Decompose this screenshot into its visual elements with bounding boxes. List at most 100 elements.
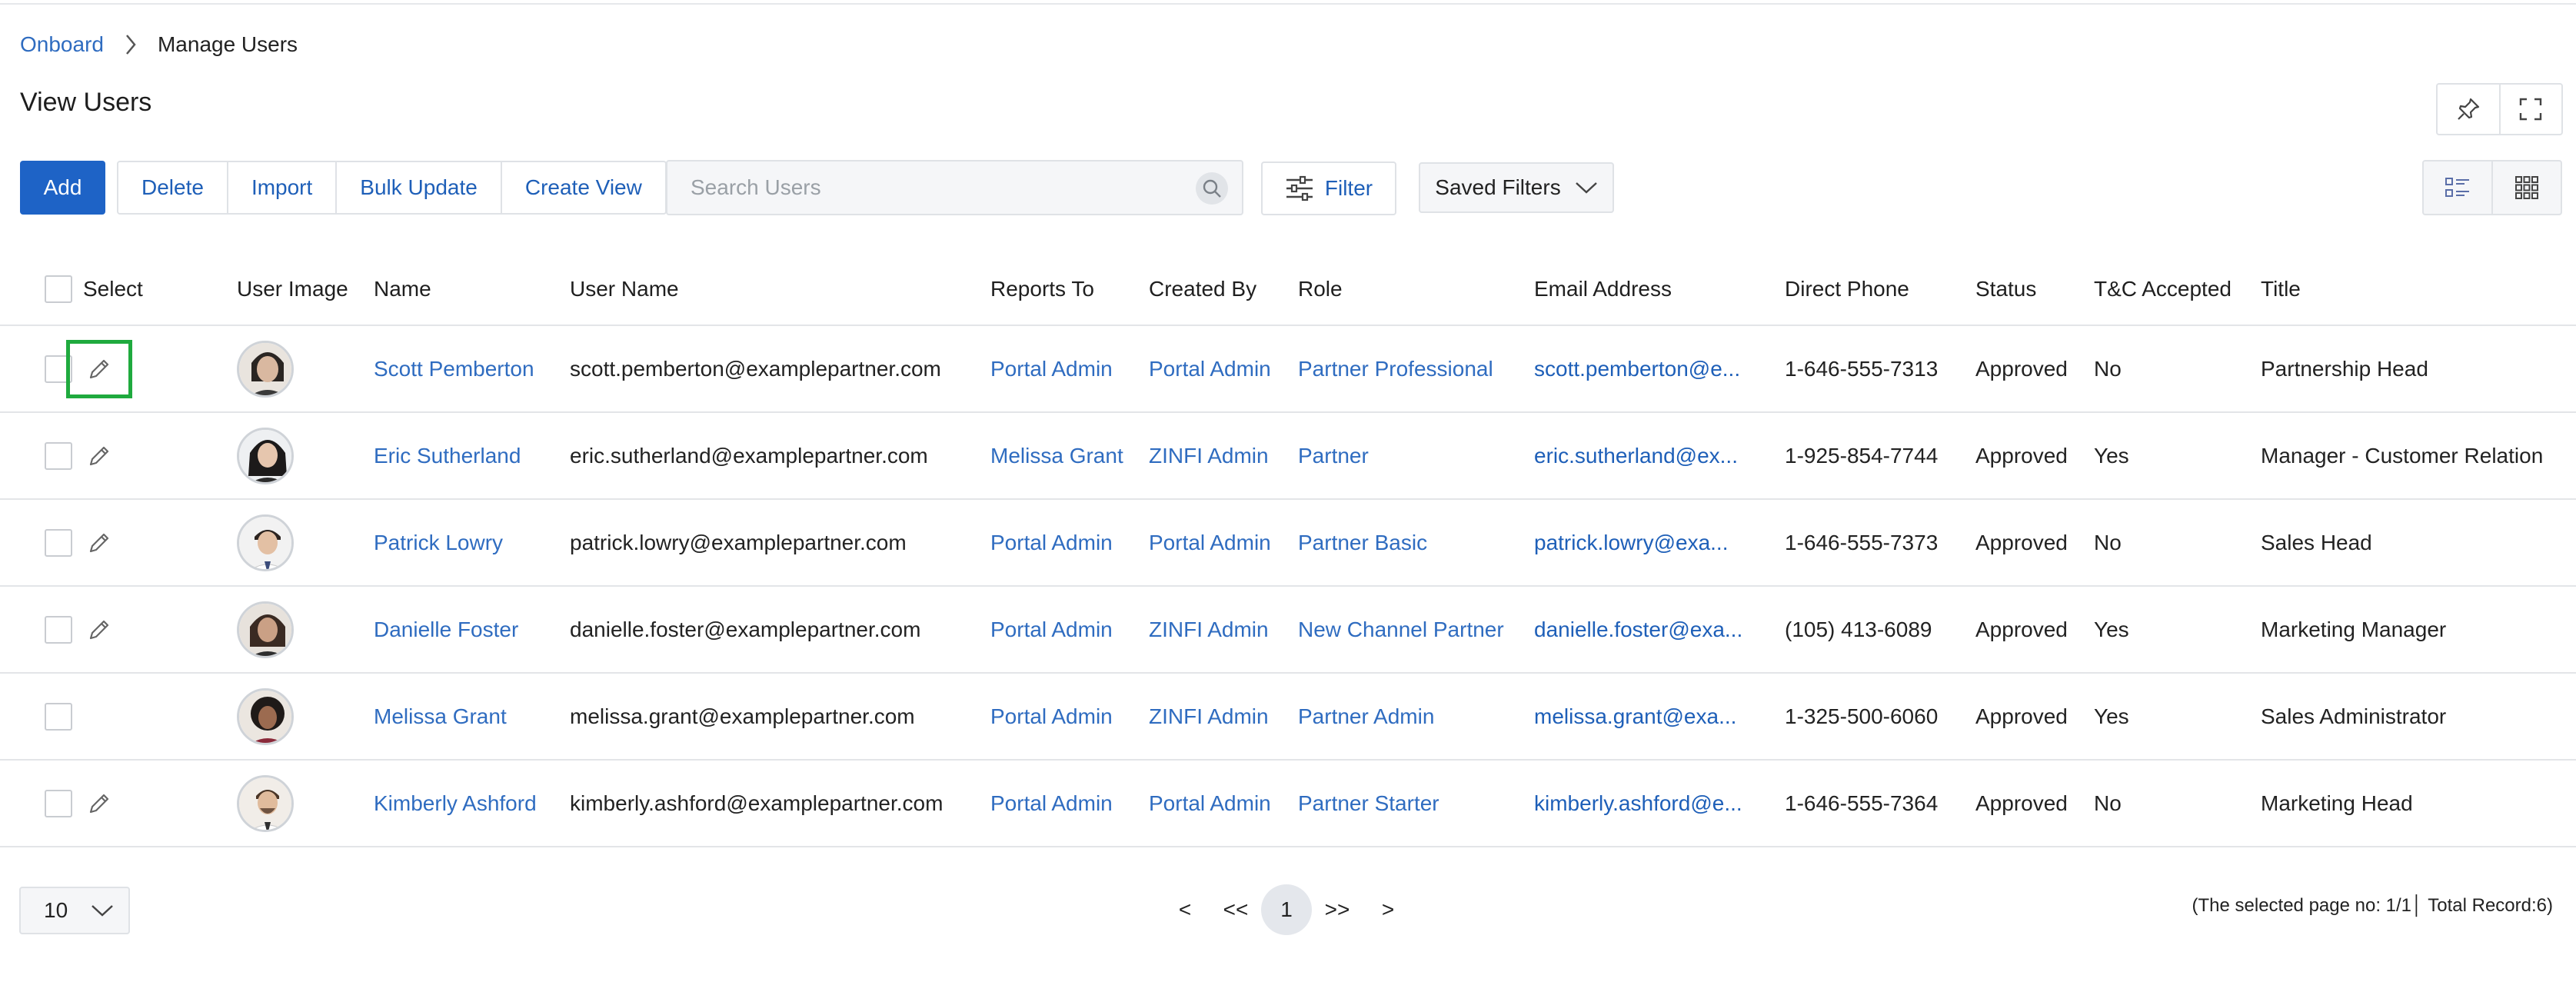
add-button[interactable]: Add [20,161,105,215]
title-cell: Marketing Head [2261,791,2413,815]
user-name-link[interactable]: Scott Pemberton [374,326,534,411]
role-link[interactable]: Partner Basic [1298,500,1427,585]
table-header: Select User Image Name User Name Reports… [0,254,2576,326]
phone-cell: 1-325-500-6060 [1785,704,1939,728]
last-page-button[interactable]: >> [1312,884,1363,935]
list-view-button[interactable] [2424,161,2491,214]
table-row: Kimberly Ashford kimberly.ashford@exampl… [0,761,2576,847]
pin-icon [2457,98,2479,120]
edit-button[interactable] [66,427,132,485]
phone-cell: 1-646-555-7364 [1785,791,1939,815]
status-cell: Approved [1975,617,2068,641]
avatar-cell [237,587,294,672]
import-button[interactable]: Import [226,162,335,213]
avatar [237,340,294,398]
role-link[interactable]: Partner Admin [1298,674,1434,759]
page-actions [2436,83,2563,135]
edit-button[interactable] [66,601,132,659]
saved-filters-dropdown[interactable]: Saved Filters [1419,162,1614,213]
page-size-value: 10 [44,898,68,922]
fullscreen-button[interactable] [2498,85,2562,134]
column-header-user-name[interactable]: User Name [570,254,679,325]
chevron-down-icon [92,905,113,917]
column-header-role[interactable]: Role [1298,254,1343,325]
next-page-button[interactable]: > [1363,884,1413,935]
role-link[interactable]: Partner Professional [1298,326,1493,411]
row-edit-cell [66,587,132,672]
user-name-link[interactable]: Patrick Lowry [374,500,503,585]
tc-accepted-cell: Yes [2094,704,2129,728]
tc-accepted-cell: No [2094,791,2122,815]
username-cell: danielle.foster@examplepartner.com [570,617,921,641]
column-header-select: Select [83,277,143,301]
created-by-link[interactable]: ZINFI Admin [1149,413,1269,498]
edit-button[interactable] [66,774,132,833]
first-page-button[interactable]: << [1210,884,1261,935]
table-row: Patrick Lowry patrick.lowry@examplepartn… [0,500,2576,587]
edit-button[interactable] [66,339,132,398]
page-size-dropdown[interactable]: 10 [19,887,130,934]
email-cell: melissa.grant@exa... [1534,704,1737,728]
reports-to-link[interactable]: Portal Admin [990,761,1113,846]
created-by-link[interactable]: ZINFI Admin [1149,674,1269,759]
avatar-cell [237,500,294,585]
column-header-status[interactable]: Status [1975,254,2036,325]
bulk-update-button[interactable]: Bulk Update [335,162,501,213]
reports-to-link[interactable]: Portal Admin [990,587,1113,672]
toolbar: Add Delete Import Bulk Update Create Vie… [20,161,667,215]
user-name-link[interactable]: Kimberly Ashford [374,761,537,846]
select-all-checkbox[interactable] [45,275,72,303]
title-cell: Manager - Customer Relation [2261,443,2544,468]
role-link[interactable]: Partner Starter [1298,761,1439,846]
create-view-button[interactable]: Create View [500,162,665,213]
pencil-icon [89,620,109,639]
column-header-title[interactable]: Title [2261,254,2301,325]
phone-cell: 1-646-555-7373 [1785,530,1939,554]
search-placeholder: Search Users [691,175,821,199]
search-input[interactable]: Search Users [666,160,1243,215]
role-link[interactable]: New Channel Partner [1298,587,1504,672]
reports-to-link[interactable]: Portal Admin [990,326,1113,411]
column-header-created-by[interactable]: Created By [1149,254,1256,325]
created-by-link[interactable]: Portal Admin [1149,761,1271,846]
column-header-direct-phone[interactable]: Direct Phone [1785,254,1909,325]
username-cell: eric.sutherland@examplepartner.com [570,443,928,468]
user-name-link[interactable]: Danielle Foster [374,587,518,672]
column-header-email[interactable]: Email Address [1534,254,1672,325]
column-header-name[interactable]: Name [374,254,431,325]
username-cell: scott.pemberton@examplepartner.com [570,356,941,381]
search-icon[interactable] [1196,172,1228,205]
current-page-button[interactable]: 1 [1261,884,1312,935]
username-cell: kimberly.ashford@examplepartner.com [570,791,944,815]
user-name-link[interactable]: Melissa Grant [374,674,507,759]
avatar [237,427,294,484]
prev-page-button[interactable]: < [1160,884,1210,935]
row-checkbox[interactable] [45,702,72,731]
select-all-cell: Select [45,254,143,325]
reports-to-link[interactable]: Portal Admin [990,674,1113,759]
created-by-link[interactable]: Portal Admin [1149,326,1271,411]
column-header-user-image[interactable]: User Image [237,254,348,325]
breadcrumb-onboard-link[interactable]: Onboard [20,32,104,57]
column-header-reports-to[interactable]: Reports To [990,254,1094,325]
reports-to-link[interactable]: Portal Admin [990,500,1113,585]
email-cell: scott.pemberton@e... [1534,356,1741,381]
created-by-link[interactable]: Portal Admin [1149,500,1271,585]
pin-button[interactable] [2438,85,2499,134]
filter-button[interactable]: Filter [1261,161,1396,215]
column-header-tc-accepted[interactable]: T&C Accepted [2094,254,2232,325]
breadcrumb-current: Manage Users [157,32,298,56]
avatar-cell [237,413,294,498]
delete-button[interactable]: Delete [118,162,227,213]
title-cell: Marketing Manager [2261,617,2447,641]
role-link[interactable]: Partner [1298,413,1369,498]
pencil-icon [89,359,109,378]
reports-to-link[interactable]: Melissa Grant [990,413,1123,498]
email-cell: kimberly.ashford@e... [1534,791,1742,815]
user-name-link[interactable]: Eric Sutherland [374,413,521,498]
created-by-link[interactable]: ZINFI Admin [1149,587,1269,672]
edit-button[interactable] [66,514,132,572]
filter-sliders-icon [1286,175,1313,201]
row-edit-cell [66,761,132,846]
grid-view-button[interactable] [2491,161,2561,214]
